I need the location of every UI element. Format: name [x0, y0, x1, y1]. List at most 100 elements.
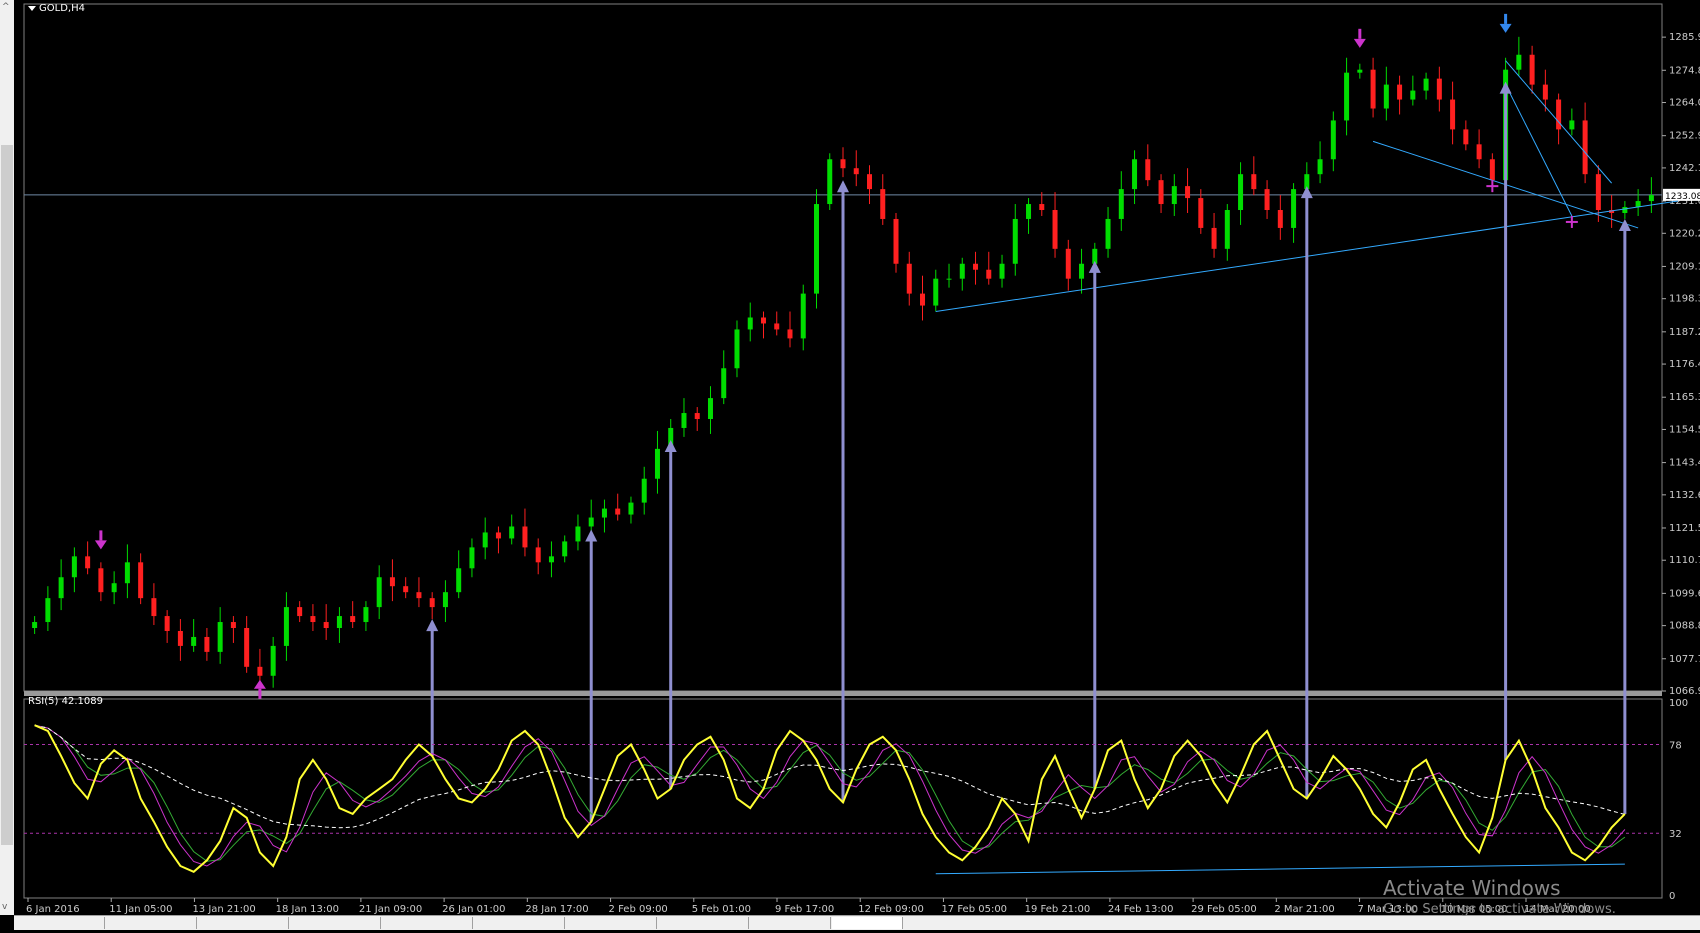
dropdown-triangle-icon[interactable]: [28, 5, 36, 11]
candle-body: [1264, 189, 1270, 211]
candle-body: [973, 263, 979, 270]
time-axis-label: 12 Feb 09:00: [858, 904, 924, 915]
candle-body: [283, 607, 289, 646]
time-axis-label: 28 Jan 17:00: [525, 904, 588, 915]
rsi-axis-label: 78: [1669, 740, 1682, 751]
scroll-down-icon[interactable]: v: [2, 902, 7, 912]
activate-windows-subtitle: Go to Settings to activate Windows.: [1383, 902, 1616, 917]
symbol-label[interactable]: GOLD,H4: [28, 3, 85, 14]
candle-body: [575, 526, 581, 542]
candle-body: [429, 598, 435, 608]
scroll-up-icon[interactable]: ^: [2, 2, 10, 12]
time-axis-label: 29 Feb 05:00: [1191, 904, 1257, 915]
candle-body: [615, 508, 621, 515]
chart-tab[interactable]: [106, 917, 197, 929]
price-axis-label: 1110.70: [1669, 555, 1700, 566]
candle-body: [986, 269, 992, 279]
chart-tab[interactable]: [290, 917, 381, 929]
price-axis-label: 1088.80: [1669, 621, 1700, 632]
candle-body: [760, 317, 766, 324]
candle-body: [747, 317, 753, 330]
candle-body: [1397, 84, 1403, 100]
candle-body: [336, 616, 342, 629]
time-axis-label: 24 Feb 13:00: [1108, 904, 1174, 915]
candle-body: [151, 598, 157, 617]
chart-tabs-bar: [14, 915, 1700, 930]
candle-body: [71, 556, 77, 578]
candle-body: [827, 159, 833, 205]
candle-body: [959, 263, 965, 279]
candle-body: [98, 568, 104, 593]
time-axis-label: 2 Mar 21:00: [1274, 904, 1334, 915]
candle-body: [601, 508, 607, 518]
chart-tab[interactable]: [566, 917, 657, 929]
chart-tab[interactable]: [198, 917, 289, 929]
candle-body: [853, 168, 859, 175]
price-chart[interactable]: 1285.901274.801264.001252.901242.101231.…: [0, 0, 1700, 929]
candle-body: [800, 293, 806, 339]
rsi-axis-label: 0: [1669, 891, 1675, 902]
time-axis-label: 9 Feb 17:00: [775, 904, 834, 915]
candle-body: [509, 526, 515, 539]
price-axis-label: 1121.50: [1669, 523, 1700, 534]
price-axis-label: 1099.60: [1669, 588, 1700, 599]
candle-body: [813, 204, 819, 294]
chart-tab[interactable]: [750, 917, 831, 929]
candle-body: [880, 189, 886, 219]
candle-body: [389, 577, 395, 587]
time-axis-label: 2 Feb 09:00: [609, 904, 668, 915]
candle-body: [1529, 54, 1535, 85]
candle-body: [681, 413, 687, 428]
chart-tab[interactable]: [474, 917, 565, 929]
price-axis-label: 1165.30: [1669, 392, 1700, 403]
scrollbar-thumb[interactable]: [1, 145, 13, 845]
rsi-support-line: [935, 863, 1625, 875]
price-axis-label: 1285.90: [1669, 32, 1700, 43]
candle-body: [270, 645, 276, 676]
price-axis-label: 1220.20: [1669, 228, 1700, 239]
candle-body: [535, 547, 541, 563]
chart-tab[interactable]: [14, 917, 105, 929]
candle-body: [588, 517, 594, 527]
price-axis-label: 1143.40: [1669, 458, 1700, 469]
rsi-slow-ma-line: [34, 724, 1626, 829]
candle-body: [641, 478, 647, 503]
candle-body: [1145, 159, 1151, 181]
candle-body: [85, 556, 91, 569]
chart-tab[interactable]: [658, 917, 749, 929]
candle-body: [774, 323, 780, 330]
candle-body: [1238, 174, 1244, 211]
divergence-arrowhead-icon: [837, 180, 849, 193]
divergence-arrowhead-icon: [1300, 186, 1313, 199]
candle-body: [363, 607, 369, 623]
symbol-text: GOLD,H4: [39, 3, 85, 14]
price-axis-label: 1077.70: [1669, 654, 1700, 665]
candle-body: [1185, 186, 1191, 199]
candle-body: [1344, 72, 1350, 121]
chart-tab[interactable]: [382, 917, 473, 929]
down-arrow-icon: [94, 540, 107, 550]
divergence-arrowhead-icon: [1499, 81, 1512, 94]
candle-body: [1065, 248, 1071, 279]
candle-body: [204, 636, 210, 652]
vertical-scrollbar[interactable]: ^ v: [0, 0, 14, 915]
candle-body: [1489, 159, 1495, 181]
candle-body: [1410, 90, 1416, 100]
candle-body: [323, 622, 329, 629]
candle-body: [1198, 198, 1204, 228]
divergence-arrowhead-icon: [585, 529, 598, 542]
candle-body: [721, 368, 727, 399]
candle-body: [1330, 120, 1336, 160]
candle-body: [1423, 78, 1429, 91]
candle-body: [1450, 99, 1456, 130]
candle-body: [1463, 129, 1469, 145]
candle-body: [45, 598, 51, 623]
rsi-indicator-label: RSI(5) 42.1089: [28, 696, 103, 707]
candle-body: [1569, 120, 1575, 130]
time-axis-label: 26 Jan 01:00: [442, 904, 505, 915]
rsi-signal-line: [34, 724, 1626, 862]
candle-body: [1648, 195, 1654, 202]
candle-body: [164, 616, 170, 631]
chart-tab-active[interactable]: [832, 917, 903, 929]
candle-body: [191, 636, 197, 646]
